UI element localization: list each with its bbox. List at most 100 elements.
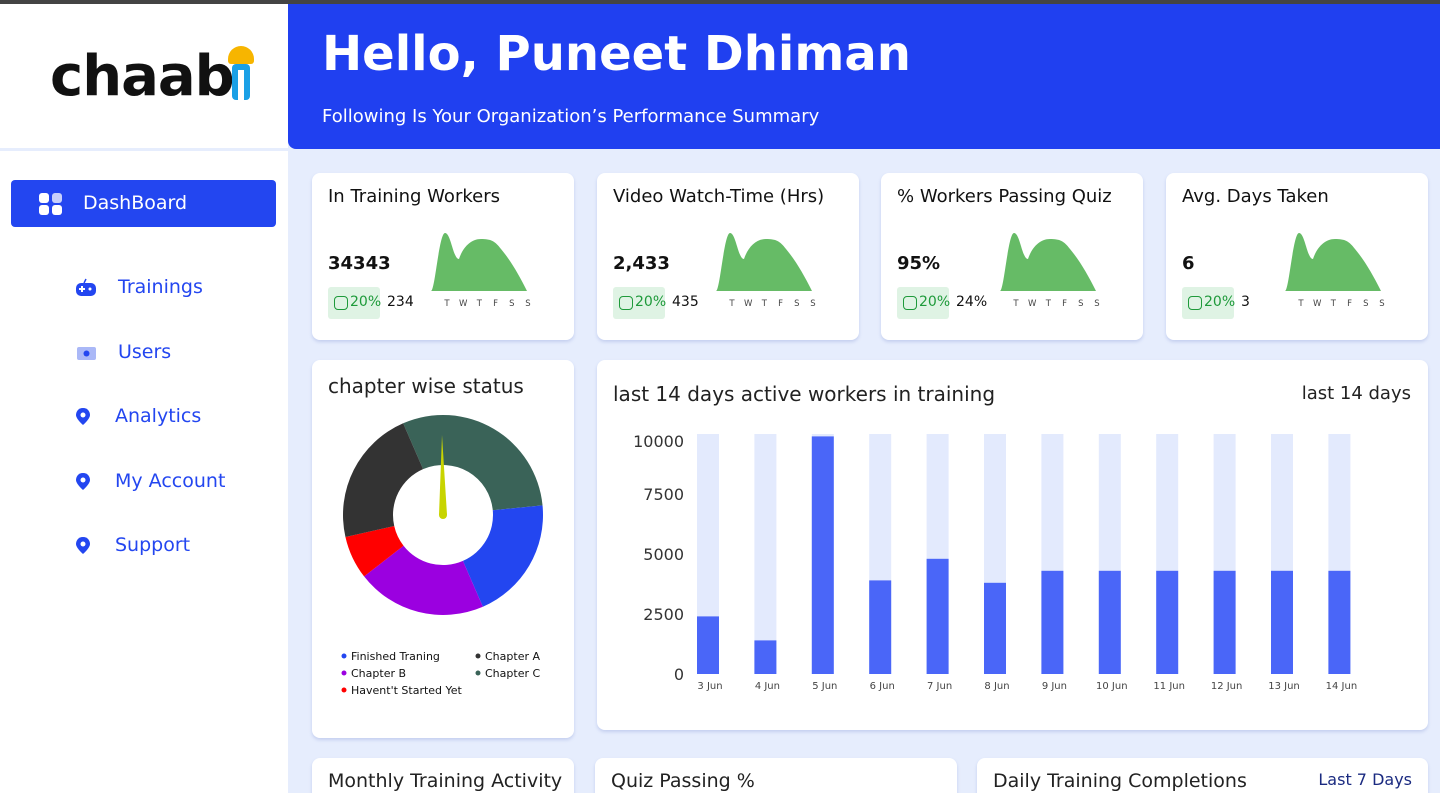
sparkline-day-label: T	[1330, 299, 1337, 309]
sparkline-day-label: T	[1297, 299, 1304, 309]
bar[interactable]	[811, 436, 834, 674]
sparkline-area	[1285, 233, 1381, 291]
y-tick-label: 0	[674, 665, 684, 684]
sparkline-day-label: S	[794, 299, 799, 309]
trend-up-icon	[334, 296, 348, 310]
kpi-card-workers-passing-quiz[interactable]: % Workers Passing Quiz 95% 20% 24% TWTFS…	[881, 173, 1143, 340]
kpi-change-value: 3	[1241, 294, 1250, 310]
sidebar-item-label: My Account	[115, 470, 226, 492]
y-tick-label: 2500	[643, 605, 684, 624]
sparkline-chart: TWTFSS	[716, 233, 816, 309]
sparkline-day-label: T	[761, 299, 768, 309]
kpi-value: 6	[1182, 253, 1195, 274]
kpi-title: Video Watch-Time (Hrs)	[613, 186, 825, 207]
legend-swatch	[341, 653, 347, 659]
sidebar-item-users[interactable]: Users	[0, 335, 288, 371]
x-tick-label: 3 Jun	[697, 681, 722, 692]
range-selector[interactable]: Last 7 Days	[1318, 770, 1412, 789]
ticket-icon	[77, 347, 96, 360]
bar[interactable]	[1041, 570, 1064, 674]
trend-up-icon	[1188, 296, 1202, 310]
trend-up-icon	[903, 296, 917, 310]
gauge-needle-hub	[439, 511, 447, 519]
card-title: Monthly Training Activity	[328, 770, 563, 792]
sparkline-day-label: S	[1363, 299, 1368, 309]
x-tick-label: 5 Jun	[812, 681, 837, 692]
sidebar-item-my-account[interactable]: My Account	[0, 464, 288, 500]
bar[interactable]	[869, 580, 892, 674]
sparkline-day-label: W	[744, 299, 753, 309]
legend-label: Finished Traning	[351, 650, 440, 663]
kpi-change-value: 234	[387, 294, 414, 310]
bar[interactable]	[1271, 570, 1293, 674]
x-tick-label: 10 Jun	[1096, 681, 1128, 692]
bar[interactable]	[697, 616, 719, 674]
legend-label: Havent't Started Yet	[351, 684, 463, 697]
logo-area: chaab	[0, 4, 288, 148]
legend-swatch	[475, 670, 481, 676]
kpi-title: In Training Workers	[328, 186, 500, 207]
legend-label: Chapter B	[351, 667, 406, 680]
location-pin-icon	[76, 537, 90, 554]
x-tick-label: 8 Jun	[984, 681, 1009, 692]
trend-percent: 20%	[635, 294, 667, 310]
sidebar-item-label: Support	[115, 534, 191, 556]
sidebar-item-analytics[interactable]: Analytics	[0, 399, 288, 435]
bar[interactable]	[1098, 570, 1121, 674]
sparkline-area	[431, 233, 527, 291]
quiz-passing-card: Quiz Passing %	[595, 758, 957, 793]
kpi-card-avg-days-taken[interactable]: Avg. Days Taken 6 20% 3 TWTFSS	[1166, 173, 1428, 340]
location-pin-icon	[76, 408, 90, 425]
bar[interactable]	[926, 558, 949, 674]
x-tick-label: 4 Jun	[755, 681, 780, 692]
sidebar-item-dashboard[interactable]: DashBoard	[11, 180, 276, 227]
welcome-header: Hello, Puneet Dhiman Following Is Your O…	[288, 4, 1440, 149]
sparkline-chart: TWTFSS	[1285, 233, 1385, 309]
bar-background	[754, 434, 777, 674]
trend-badge: 20%	[613, 287, 667, 319]
kpi-change-value: 435	[672, 294, 699, 310]
sparkline-day-label: F	[1347, 299, 1352, 309]
x-tick-label: 11 Jun	[1153, 681, 1185, 692]
donut-chart: Finished Traning Chapter A Chapter B Chapte…	[341, 415, 543, 697]
bar[interactable]	[754, 640, 777, 674]
kpi-title: Avg. Days Taken	[1182, 186, 1329, 207]
kpi-change-value: 24%	[956, 294, 988, 310]
bar[interactable]	[984, 582, 1006, 674]
trend-up-icon	[619, 296, 633, 310]
sparkline-day-label: S	[1094, 299, 1099, 309]
bar[interactable]	[1328, 570, 1351, 674]
card-title: Daily Training Completions	[993, 770, 1247, 792]
bar-chart: 0 2500 5000 7500 10000 3 Jun 4 Jun 5 Jun 6 Jun 7 …	[633, 432, 1357, 692]
bar[interactable]	[1156, 570, 1179, 674]
x-tick-label: 9 Jun	[1042, 681, 1067, 692]
sparkline-day-label: W	[459, 299, 468, 309]
sparkline-area	[1000, 233, 1096, 291]
location-pin-icon	[76, 473, 90, 490]
trend-percent: 20%	[919, 294, 951, 310]
sparkline-day-label: W	[1313, 299, 1322, 309]
sidebar-item-label: DashBoard	[83, 192, 188, 214]
sidebar-item-support[interactable]: Support	[0, 528, 288, 564]
daily-completions-card: Daily Training Completions Last 7 Days	[977, 758, 1428, 793]
trend-percent: 20%	[1204, 294, 1236, 310]
donut-slice[interactable]	[403, 415, 543, 511]
kpi-card-in-training-workers[interactable]: In Training Workers 34343 20% 234 TWTFSS	[312, 173, 574, 340]
kpi-card-video-watch-time[interactable]: Video Watch-Time (Hrs) 2,433 20% 435 TWT…	[597, 173, 859, 340]
sparkline-chart: TWTFSS	[1000, 233, 1100, 309]
sidebar-item-trainings[interactable]: Trainings	[0, 270, 288, 306]
gamepad-icon	[76, 278, 96, 296]
page-subtitle: Following Is Your Organization’s Perform…	[322, 106, 820, 127]
kpi-value: 95%	[897, 253, 941, 274]
sidebar-item-label: Users	[118, 341, 172, 363]
trend-badge: 20%	[328, 287, 381, 319]
legend-label: Chapter A	[485, 650, 540, 663]
kpi-value: 2,433	[613, 253, 670, 274]
grid-icon	[39, 193, 63, 215]
sparkline-chart: TWTFSS	[431, 233, 531, 309]
sparkline-day-label: T	[1045, 299, 1052, 309]
x-tick-label: 12 Jun	[1211, 681, 1243, 692]
bar[interactable]	[1213, 570, 1236, 674]
page-title: Hello, Puneet Dhiman	[322, 26, 911, 82]
x-tick-label: 6 Jun	[870, 681, 895, 692]
